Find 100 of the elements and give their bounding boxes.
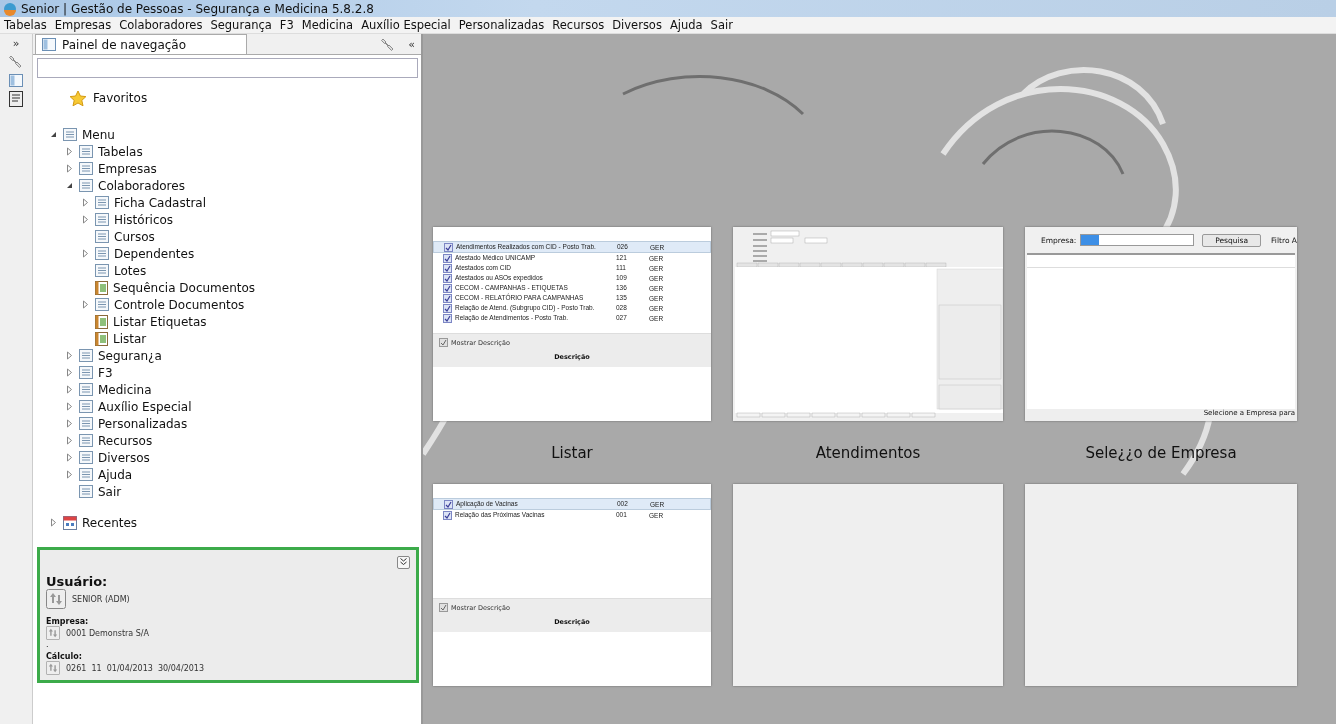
menubar-command[interactable]: Segurança bbox=[206, 17, 276, 33]
list-icon bbox=[95, 247, 109, 260]
menubar-command[interactable]: Personalizadas bbox=[454, 17, 549, 33]
expand-arrow-icon[interactable] bbox=[49, 517, 58, 527]
company-label: Empresa: bbox=[46, 617, 90, 626]
list-icon bbox=[79, 145, 93, 158]
swap-icon[interactable] bbox=[46, 661, 60, 675]
list-icon bbox=[95, 196, 109, 209]
tree-item[interactable]: Personalizadas bbox=[98, 416, 188, 431]
menubar-command[interactable]: Ajuda bbox=[665, 17, 707, 33]
tree-item[interactable]: Lotes bbox=[114, 263, 147, 278]
list-icon bbox=[79, 451, 93, 464]
expand-panel-button[interactable]: » bbox=[12, 37, 20, 50]
checkbox[interactable] bbox=[444, 242, 453, 252]
tree-item[interactable]: Ficha Cadastral bbox=[114, 195, 206, 210]
menubar-command[interactable]: Auxílio Especial bbox=[357, 17, 455, 33]
tree-item[interactable]: Ajuda bbox=[98, 467, 133, 482]
tree-item[interactable]: Seguran¿a bbox=[98, 348, 162, 363]
tree-item[interactable]: Listar Etiquetas bbox=[113, 314, 207, 329]
tree-item[interactable]: Sair bbox=[98, 484, 122, 499]
checkbox[interactable] bbox=[443, 313, 452, 323]
expand-arrow-icon[interactable] bbox=[81, 299, 90, 309]
tree-item[interactable]: F3 bbox=[98, 365, 113, 380]
list-icon bbox=[79, 417, 93, 430]
checkbox[interactable] bbox=[443, 293, 452, 303]
double-chevron-icon bbox=[399, 557, 408, 566]
preview-caption: Sele¿¿o de Empresa bbox=[1084, 443, 1238, 462]
swap-icon[interactable] bbox=[46, 626, 60, 640]
menubar-command[interactable]: Medicina bbox=[297, 17, 358, 33]
company-name: 0001 Demonstra S/A bbox=[66, 628, 150, 638]
list-icon bbox=[79, 485, 93, 498]
menubar-command[interactable]: F3 bbox=[275, 17, 298, 33]
swap-icon[interactable] bbox=[46, 589, 66, 609]
checkbox[interactable] bbox=[443, 303, 452, 313]
preview-caption: Atendimentos bbox=[814, 443, 922, 462]
tree-item[interactable]: Diversos bbox=[98, 450, 150, 465]
window-title: Senior | Gestão de Pessoas - Segurança e Medicina 5.8.2.8 bbox=[21, 1, 374, 16]
list-icon bbox=[79, 179, 93, 192]
preview-caption: Listar bbox=[550, 443, 594, 462]
tree-item[interactable]: Cursos bbox=[114, 229, 155, 244]
list-icon bbox=[95, 230, 109, 243]
tree-item[interactable]: Tabelas bbox=[98, 144, 143, 159]
calculation-value: 0261 11 01/04/2013 30/04/2013 bbox=[66, 663, 204, 673]
checkbox[interactable] bbox=[443, 273, 452, 283]
menubar-command[interactable]: Sair bbox=[706, 17, 737, 33]
collapse-button[interactable] bbox=[397, 556, 410, 569]
report-icon bbox=[95, 280, 108, 295]
checkbox[interactable] bbox=[443, 510, 452, 520]
list-icon bbox=[79, 383, 93, 396]
list-icon bbox=[79, 366, 93, 379]
report-icon bbox=[95, 314, 108, 329]
checkbox[interactable] bbox=[443, 263, 452, 273]
user-name: SENIOR (ADM) bbox=[72, 594, 130, 604]
checkbox[interactable] bbox=[443, 283, 452, 293]
tree-item[interactable]: Históricos bbox=[114, 212, 174, 227]
form-icon[interactable] bbox=[9, 91, 23, 107]
list-icon bbox=[95, 298, 109, 311]
list-icon bbox=[79, 400, 93, 413]
user-label: Usuário: bbox=[46, 574, 109, 589]
tree-item[interactable]: Dependentes bbox=[114, 246, 195, 261]
panel-icon[interactable] bbox=[9, 74, 23, 87]
list-icon bbox=[79, 468, 93, 481]
company-field[interactable] bbox=[1080, 234, 1195, 246]
app-logo-icon bbox=[3, 1, 17, 16]
list-icon bbox=[79, 434, 93, 447]
list-icon bbox=[95, 264, 109, 277]
star-icon bbox=[69, 89, 87, 107]
checkbox[interactable] bbox=[439, 603, 448, 612]
panel-icon bbox=[42, 38, 56, 51]
favorites-item[interactable]: Favoritos bbox=[93, 91, 148, 105]
list-icon bbox=[79, 349, 93, 362]
menubar-command[interactable]: Colaboradores bbox=[115, 17, 207, 33]
menubar-command[interactable]: Recursos bbox=[548, 17, 609, 33]
tree-item[interactable]: Recursos bbox=[98, 433, 153, 448]
collapse-panel-button[interactable]: « bbox=[408, 38, 415, 51]
tree-item[interactable]: Menu bbox=[82, 127, 115, 142]
report-list-preview[interactable] bbox=[433, 227, 711, 421]
wrench-icon[interactable] bbox=[8, 54, 24, 70]
list-icon bbox=[79, 162, 93, 175]
checkbox[interactable] bbox=[439, 338, 448, 347]
tree-item[interactable]: Medicina bbox=[98, 382, 152, 397]
checkbox[interactable] bbox=[444, 499, 453, 509]
menubar-command[interactable]: Tabelas bbox=[0, 17, 51, 33]
note-text: . bbox=[46, 640, 50, 650]
calendar-icon bbox=[63, 515, 77, 530]
navigation-tab[interactable]: Painel de navegação bbox=[35, 34, 248, 54]
tree-item[interactable]: Colaboradores bbox=[98, 178, 185, 193]
expand-arrow-icon[interactable] bbox=[81, 248, 90, 258]
tree-item[interactable]: Auxílio Especial bbox=[98, 399, 192, 414]
tree-item[interactable]: Sequência Documentos bbox=[113, 280, 256, 295]
search-field[interactable] bbox=[37, 58, 418, 78]
tree-item[interactable]: Empresas bbox=[98, 161, 157, 176]
tree-item[interactable]: Controle Documentos bbox=[114, 297, 245, 312]
checkbox[interactable] bbox=[443, 253, 452, 263]
tree-item[interactable]: Listar bbox=[113, 331, 147, 346]
report-icon bbox=[95, 331, 108, 346]
recent-item[interactable]: Recentes bbox=[82, 515, 138, 530]
menubar-command[interactable]: Diversos bbox=[608, 17, 666, 33]
calculation-label: Cálculo: bbox=[46, 652, 83, 661]
menubar-command[interactable]: Empresas bbox=[50, 17, 116, 33]
